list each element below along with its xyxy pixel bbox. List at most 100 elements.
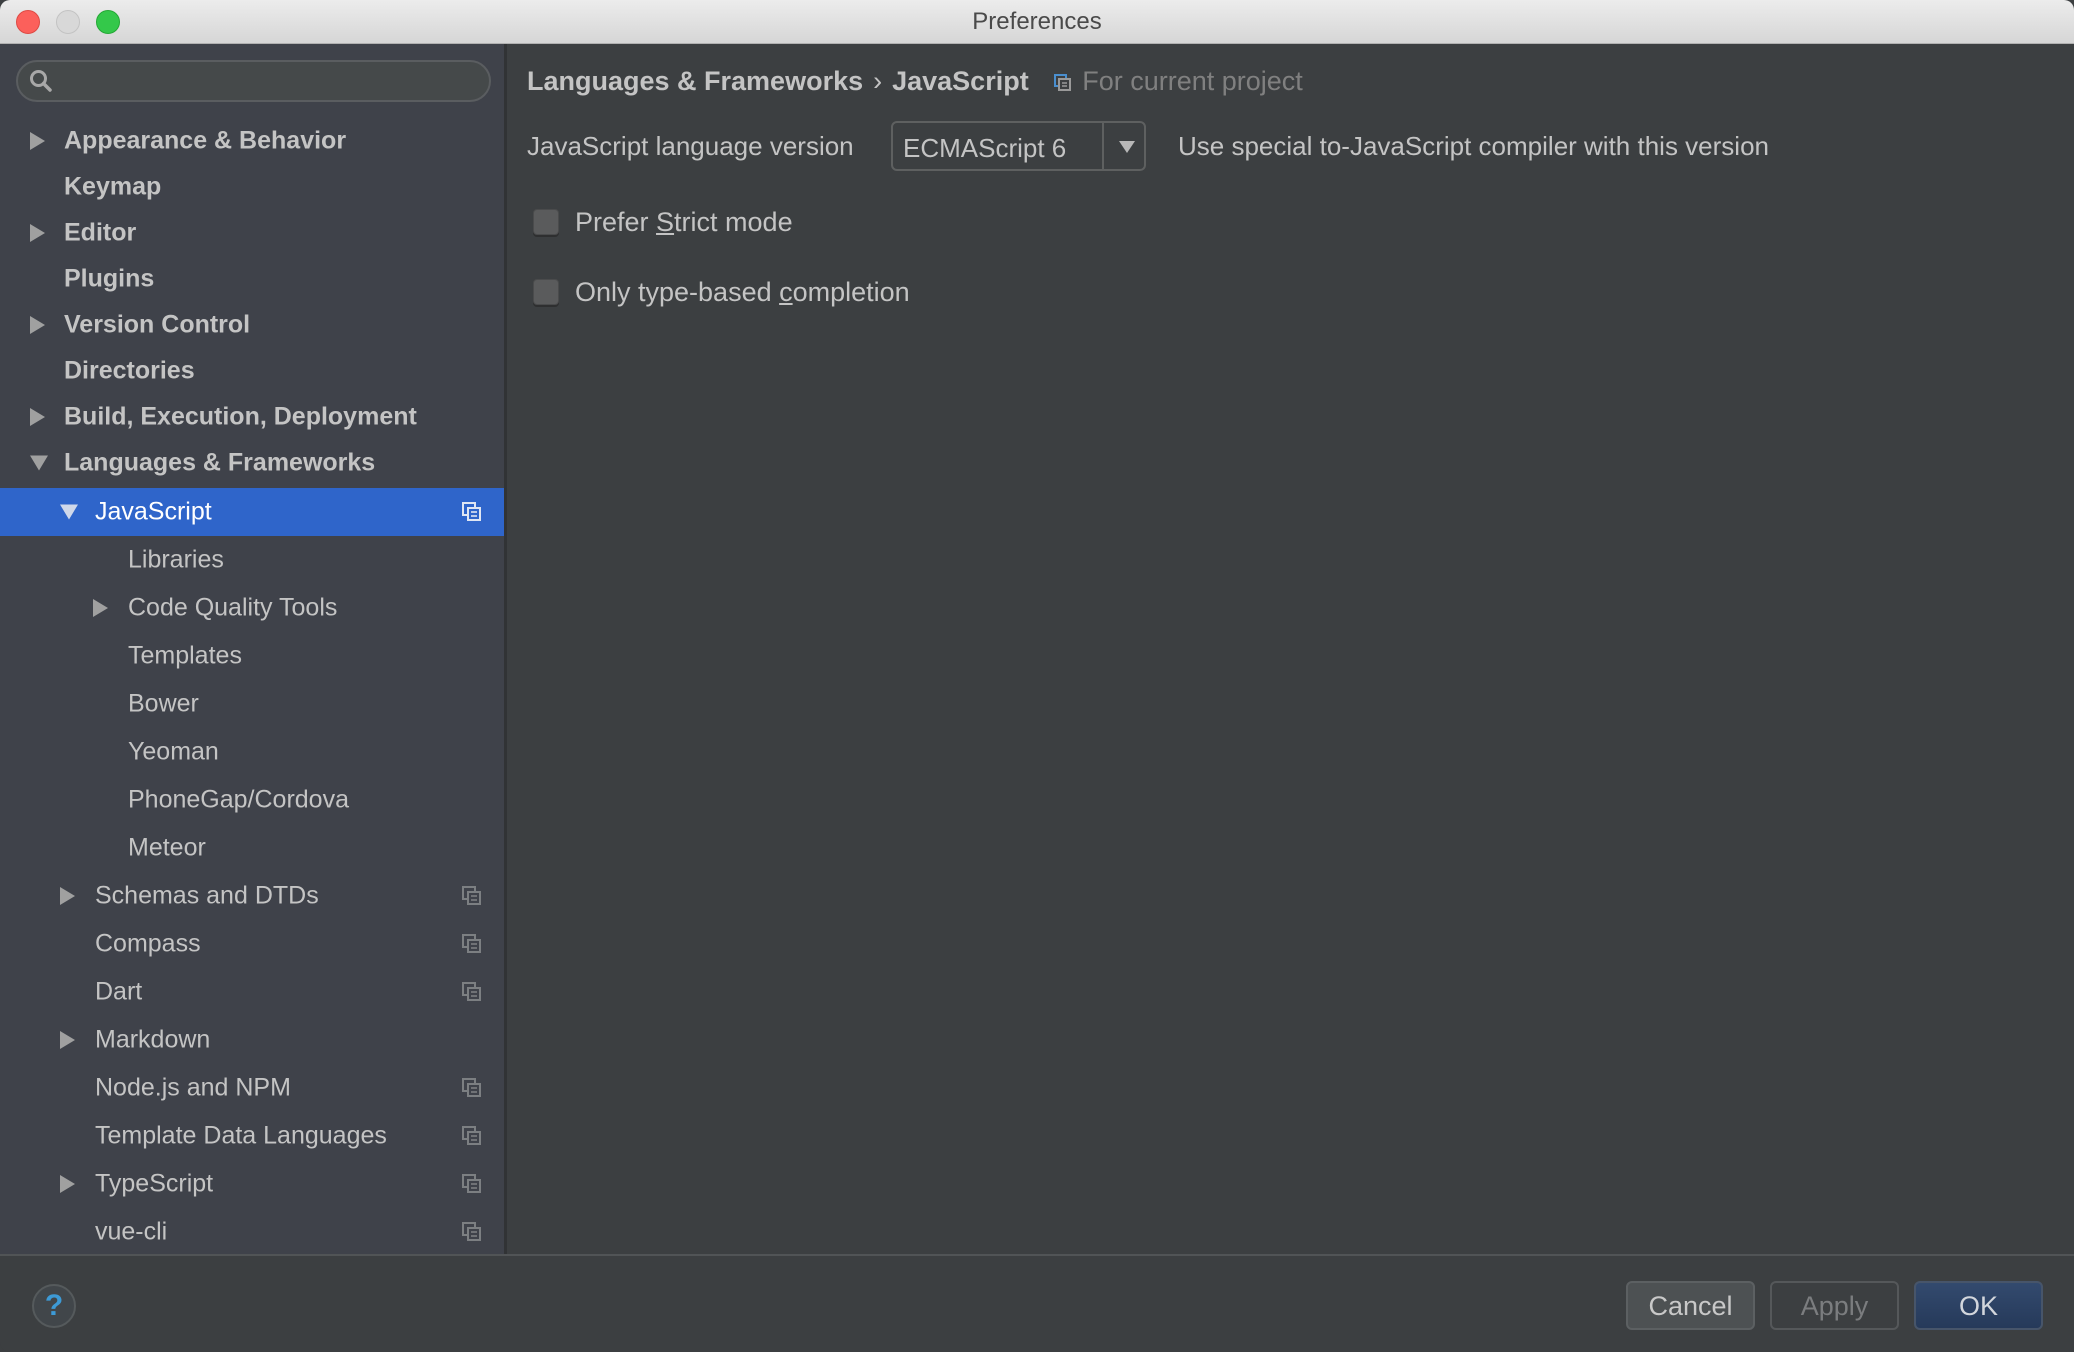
collapsed-arrow-icon[interactable] bbox=[60, 887, 75, 905]
sidebar-item-label: Version Control bbox=[64, 310, 251, 339]
sidebar-item-label: Build, Execution, Deployment bbox=[64, 402, 417, 431]
sidebar-item-editor[interactable]: Editor bbox=[0, 210, 504, 256]
breadcrumb-parent[interactable]: Languages & Frameworks bbox=[527, 66, 863, 96]
label-part: Prefer bbox=[575, 207, 657, 237]
expanded-arrow-icon[interactable] bbox=[60, 504, 78, 520]
collapsed-arrow-icon[interactable] bbox=[93, 599, 108, 617]
language-version-dropdown[interactable]: ECMAScript 6 bbox=[891, 121, 1146, 171]
sidebar-item-phonegap-cordova[interactable]: PhoneGap/Cordova bbox=[0, 776, 504, 824]
project-level-icon bbox=[462, 1174, 481, 1193]
apply-button[interactable]: Apply bbox=[1770, 1281, 1899, 1330]
collapsed-arrow-icon[interactable] bbox=[30, 224, 45, 242]
sidebar-item-label: Markdown bbox=[95, 1025, 211, 1054]
title-bar: Preferences bbox=[0, 0, 2074, 44]
sidebar-item-libraries[interactable]: Libraries bbox=[0, 536, 504, 584]
prefer-strict-mode-checkbox-row[interactable]: Prefer Strict mode bbox=[533, 202, 1333, 242]
settings-sidebar: Appearance & Behavior Keymap Editor Plugins… bbox=[0, 44, 507, 1254]
settings-search[interactable] bbox=[16, 60, 491, 102]
window-title: Preferences bbox=[972, 8, 1102, 35]
dropdown-divider bbox=[1102, 123, 1104, 169]
sidebar-item-label: Dart bbox=[95, 977, 143, 1006]
sidebar-item-label: Editor bbox=[64, 218, 137, 247]
sidebar-item-markdown[interactable]: Markdown bbox=[0, 1016, 504, 1064]
sidebar-item-label: Bower bbox=[128, 689, 199, 718]
chevron-down-icon[interactable] bbox=[1119, 141, 1135, 153]
sidebar-item-label: TypeScript bbox=[95, 1169, 214, 1198]
project-settings-icon bbox=[1054, 73, 1072, 91]
type-based-completion-label[interactable]: Only type-based completion bbox=[575, 277, 910, 308]
project-level-icon bbox=[462, 1126, 481, 1145]
sidebar-item-languages-frameworks[interactable]: Languages & Frameworks bbox=[0, 440, 504, 486]
preferences-window: Preferences Appearance & Behavior Keymap E… bbox=[0, 0, 2074, 1352]
sidebar-item-code-quality-tools[interactable]: Code Quality Tools bbox=[0, 584, 504, 632]
sidebar-item-plugins[interactable]: Plugins bbox=[0, 256, 504, 302]
label-part: trict mode bbox=[674, 207, 793, 237]
mnemonic-letter: S bbox=[656, 207, 675, 237]
language-version-row: JavaScript language version ECMAScript 6… bbox=[527, 121, 2027, 171]
sidebar-item-typescript[interactable]: TypeScript bbox=[0, 1160, 504, 1208]
project-level-icon bbox=[462, 982, 481, 1001]
project-level-icon bbox=[462, 502, 481, 521]
settings-content: Languages & Frameworks › JavaScript For cu… bbox=[507, 44, 2074, 1254]
sidebar-item-label: JavaScript bbox=[95, 497, 212, 526]
sidebar-item-templates[interactable]: Templates bbox=[0, 632, 504, 680]
expanded-arrow-icon[interactable] bbox=[30, 455, 48, 471]
breadcrumb: Languages & Frameworks › JavaScript For cu… bbox=[527, 66, 1303, 97]
sidebar-item-label: Keymap bbox=[64, 172, 162, 201]
sidebar-item-meteor[interactable]: Meteor bbox=[0, 824, 504, 872]
label-part: ompletion bbox=[792, 277, 910, 307]
sidebar-item-label: Yeoman bbox=[128, 737, 219, 766]
breadcrumb-current: JavaScript bbox=[892, 66, 1029, 96]
sidebar-item-label: PhoneGap/Cordova bbox=[128, 785, 349, 814]
collapsed-arrow-icon[interactable] bbox=[60, 1031, 75, 1049]
sidebar-item-build-execution-deployment[interactable]: Build, Execution, Deployment bbox=[0, 394, 504, 440]
sidebar-item-label: Template Data Languages bbox=[95, 1121, 387, 1150]
language-version-label: JavaScript language version bbox=[527, 131, 854, 161]
sidebar-item-label: Appearance & Behavior bbox=[64, 126, 347, 155]
sidebar-item-label: Schemas and DTDs bbox=[95, 881, 319, 910]
sidebar-item-yeoman[interactable]: Yeoman bbox=[0, 728, 504, 776]
prefer-strict-mode-label[interactable]: Prefer Strict mode bbox=[575, 207, 793, 238]
sidebar-item-label: Directories bbox=[64, 356, 195, 385]
project-level-icon bbox=[462, 934, 481, 953]
collapsed-arrow-icon[interactable] bbox=[30, 408, 45, 426]
sidebar-item-node-js-and-npm[interactable]: Node.js and NPM bbox=[0, 1064, 504, 1112]
sidebar-item-label: Libraries bbox=[128, 545, 224, 574]
sidebar-item-template-data-languages[interactable]: Template Data Languages bbox=[0, 1112, 504, 1160]
sidebar-item-version-control[interactable]: Version Control bbox=[0, 302, 504, 348]
sidebar-item-directories[interactable]: Directories bbox=[0, 348, 504, 394]
settings-search-input[interactable] bbox=[62, 66, 476, 98]
sidebar-item-appearance-behavior[interactable]: Appearance & Behavior bbox=[0, 118, 504, 164]
type-based-completion-checkbox-row[interactable]: Only type-based completion bbox=[533, 272, 1333, 312]
collapsed-arrow-icon[interactable] bbox=[30, 316, 45, 334]
cancel-button[interactable]: Cancel bbox=[1626, 1281, 1755, 1330]
sidebar-item-dart[interactable]: Dart bbox=[0, 968, 504, 1016]
sidebar-item-label: Templates bbox=[128, 641, 242, 670]
sidebar-item-label: Meteor bbox=[128, 833, 206, 862]
sidebar-item-javascript[interactable]: JavaScript bbox=[0, 488, 504, 536]
sidebar-item-vue-cli[interactable]: vue-cli bbox=[0, 1208, 504, 1256]
dialog-footer: ? Cancel Apply OK bbox=[0, 1254, 2074, 1352]
project-level-icon bbox=[462, 886, 481, 905]
search-icon bbox=[30, 70, 52, 92]
language-version-value: ECMAScript 6 bbox=[903, 133, 1067, 163]
help-button[interactable]: ? bbox=[32, 1284, 76, 1328]
sidebar-item-keymap[interactable]: Keymap bbox=[0, 164, 504, 210]
collapsed-arrow-icon[interactable] bbox=[30, 132, 45, 150]
prefer-strict-mode-checkbox[interactable] bbox=[533, 209, 559, 235]
sidebar-item-label: Code Quality Tools bbox=[128, 593, 338, 622]
sidebar-item-compass[interactable]: Compass bbox=[0, 920, 504, 968]
collapsed-arrow-icon[interactable] bbox=[60, 1175, 75, 1193]
sidebar-item-schemas-and-dtds[interactable]: Schemas and DTDs bbox=[0, 872, 504, 920]
sidebar-item-label: Compass bbox=[95, 929, 201, 958]
language-version-hint: Use special to-JavaScript compiler with … bbox=[1178, 131, 1769, 161]
project-level-icon bbox=[462, 1078, 481, 1097]
mnemonic-letter: c bbox=[779, 277, 793, 307]
sidebar-item-label: Languages & Frameworks bbox=[64, 448, 376, 477]
ok-button[interactable]: OK bbox=[1914, 1281, 2043, 1330]
breadcrumb-separator: › bbox=[873, 66, 883, 96]
type-based-completion-checkbox[interactable] bbox=[533, 279, 559, 305]
sidebar-item-label: Node.js and NPM bbox=[95, 1073, 291, 1102]
sidebar-item-bower[interactable]: Bower bbox=[0, 680, 504, 728]
project-level-icon bbox=[462, 1222, 481, 1241]
